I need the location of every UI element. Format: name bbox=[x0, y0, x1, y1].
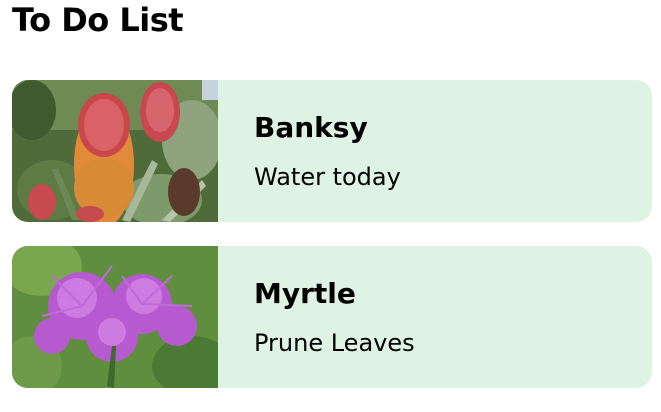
todo-card-banksy[interactable]: Banksy Water today bbox=[12, 80, 652, 222]
todo-card-text: Banksy Water today bbox=[218, 80, 401, 222]
myrtle-flower-photo bbox=[12, 246, 218, 388]
todo-card-myrtle[interactable]: Myrtle Prune Leaves bbox=[12, 246, 652, 388]
banksia-flower-photo bbox=[12, 80, 218, 222]
todo-card-text: Myrtle Prune Leaves bbox=[218, 246, 415, 388]
plant-name: Banksy bbox=[254, 111, 368, 144]
task-text: Water today bbox=[254, 163, 401, 191]
task-text: Prune Leaves bbox=[254, 329, 415, 357]
plant-name: Myrtle bbox=[254, 277, 356, 310]
page-title: To Do List bbox=[12, 1, 184, 39]
todo-list: Banksy Water today Myrtle Prune Leaves bbox=[12, 80, 652, 412]
